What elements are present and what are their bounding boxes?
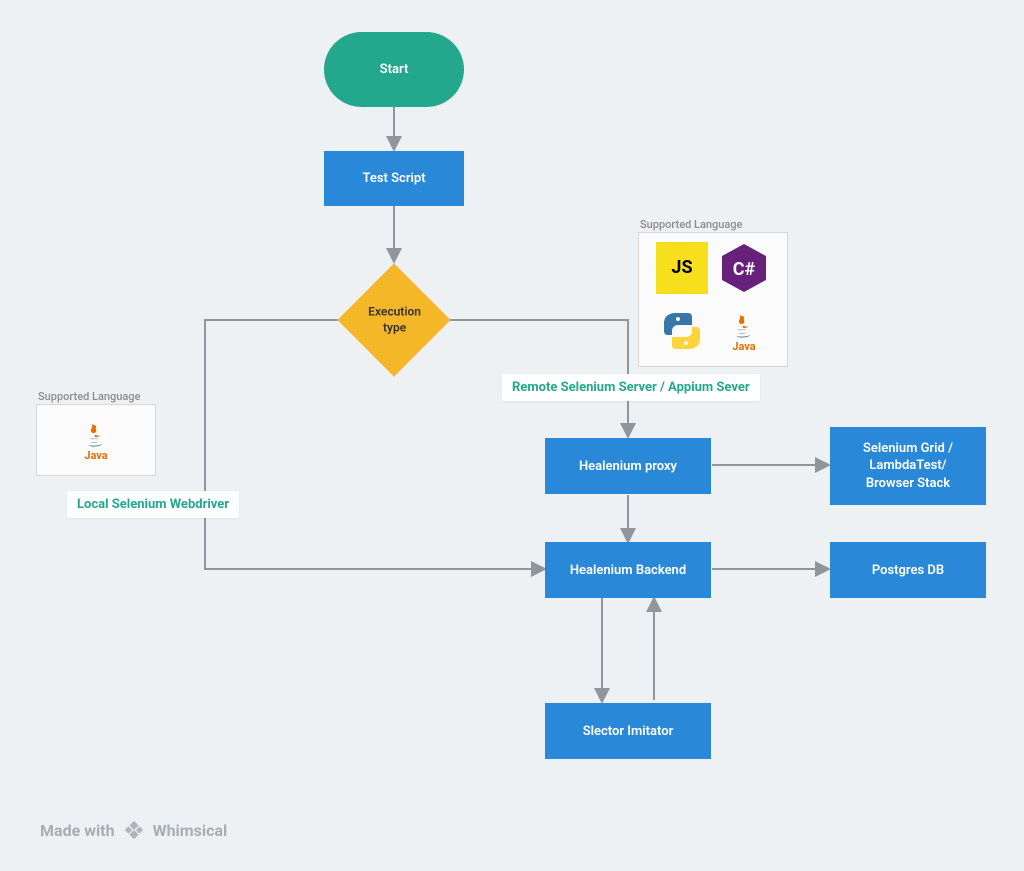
start-node: Start xyxy=(324,32,464,107)
java-icon-right: Java xyxy=(718,305,770,357)
python-icon xyxy=(656,305,708,357)
java-icon: Java xyxy=(70,414,122,466)
execution-type-label: Execution type xyxy=(368,304,421,335)
slector-imitator-label: Slector Imitator xyxy=(583,724,674,739)
supported-language-left-label: Supported Language xyxy=(38,390,140,403)
postgres-db-label: Postgres DB xyxy=(872,563,944,578)
healenium-backend-label: Healenium Backend xyxy=(570,563,686,578)
whimsical-logo-icon xyxy=(123,819,145,841)
test-script-label: Test Script xyxy=(362,171,425,186)
healenium-backend-node: Healenium Backend xyxy=(545,542,711,598)
selenium-grid-node: Selenium Grid / LambdaTest/ Browser Stac… xyxy=(830,427,986,505)
execution-type-node: Execution type xyxy=(337,263,450,376)
supported-language-left-box: Java xyxy=(36,404,156,476)
test-script-node: Test Script xyxy=(324,151,464,206)
supported-language-right-box: JS C# Java xyxy=(638,232,788,367)
whimsical-brand-label: Whimsical xyxy=(153,821,228,840)
start-label: Start xyxy=(380,62,409,77)
healenium-proxy-node: Healenium proxy xyxy=(545,438,711,494)
footer-attribution: Made with Whimsical xyxy=(40,819,227,841)
made-with-label: Made with xyxy=(40,821,115,840)
slector-imitator-node: Slector Imitator xyxy=(545,703,711,759)
csharp-icon: C# xyxy=(718,242,770,294)
supported-language-right-label: Supported Language xyxy=(640,218,742,231)
postgres-db-node: Postgres DB xyxy=(830,542,986,598)
selenium-grid-label: Selenium Grid / LambdaTest/ Browser Stac… xyxy=(863,440,953,493)
svg-text:C#: C# xyxy=(733,259,756,280)
remote-server-label: Remote Selenium Server / Appium Sever xyxy=(502,374,760,401)
local-webdriver-label: Local Selenium Webdriver xyxy=(67,491,239,518)
healenium-proxy-label: Healenium proxy xyxy=(579,459,677,474)
js-icon: JS xyxy=(656,242,708,294)
